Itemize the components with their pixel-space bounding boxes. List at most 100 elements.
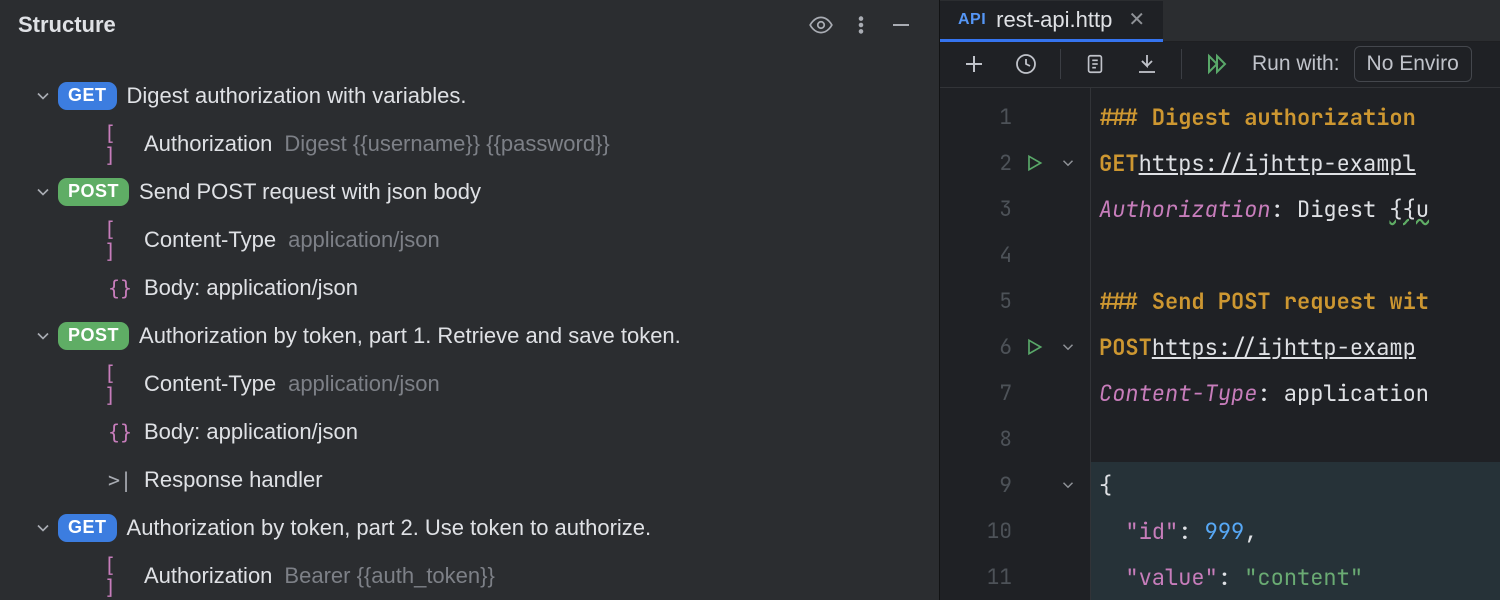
code-line[interactable]: "id": 999, — [1091, 508, 1500, 554]
detail-value: Bearer {{auth_token}} — [284, 564, 494, 588]
environment-select[interactable]: No Enviro — [1354, 46, 1472, 82]
more-icon[interactable] — [841, 5, 881, 45]
import-button[interactable] — [1123, 42, 1171, 86]
request-detail[interactable]: >| Response handler — [0, 456, 939, 504]
tab-rest-api[interactable]: API rest-api.http ✕ — [940, 1, 1163, 42]
code-line[interactable]: ### Digest authorization — [1091, 94, 1500, 140]
http-method-badge: GET — [58, 514, 117, 542]
gutter-line[interactable]: 6 — [940, 324, 1090, 370]
chevron-down-icon[interactable] — [28, 518, 58, 538]
line-number: 7 — [970, 380, 1012, 407]
http-method-badge: POST — [58, 178, 129, 206]
request-label: Authorization by token, part 1. Retrieve… — [139, 324, 681, 348]
request-detail[interactable]: [ ]AuthorizationDigest {{username}} {{pa… — [0, 120, 939, 168]
code-line[interactable]: POST https://ijhttp-examp — [1091, 324, 1500, 370]
run-all-button[interactable] — [1192, 42, 1240, 86]
request-node[interactable]: GET Digest authorization with variables. — [0, 72, 939, 120]
gutter-line[interactable]: 3 — [940, 186, 1090, 232]
gutter-line[interactable]: 1 — [940, 94, 1090, 140]
detail-label: Content-Type — [144, 372, 276, 396]
chevron-down-icon[interactable] — [28, 326, 58, 346]
close-icon[interactable]: ✕ — [1128, 7, 1145, 32]
editor-code[interactable]: ### Digest authorization GET https://ijh… — [1090, 88, 1500, 600]
request-detail[interactable]: [ ] Content-Type application/json — [0, 216, 939, 264]
code-line[interactable]: "value": "content" — [1091, 554, 1500, 600]
braces-icon: {} — [104, 421, 136, 443]
http-method-badge: POST — [58, 322, 129, 350]
request-node[interactable]: GET Authorization by token, part 2. Use t… — [0, 504, 939, 552]
gutter-line[interactable]: 5 — [940, 278, 1090, 324]
http-method-badge: GET — [58, 82, 117, 110]
api-file-icon: API — [958, 11, 986, 29]
editor-gutter[interactable]: 1 2 3 4 5 6 7 8 9 10 11 — [940, 88, 1090, 600]
run-line-icon[interactable] — [1022, 337, 1046, 357]
line-number: 4 — [970, 242, 1012, 269]
line-number: 3 — [970, 196, 1012, 223]
gutter-line[interactable]: 7 — [940, 370, 1090, 416]
gutter-line[interactable]: 11 — [940, 554, 1090, 600]
gutter-line[interactable]: 9 — [940, 462, 1090, 508]
code-line[interactable] — [1091, 232, 1500, 278]
request-label: Digest authorization with variables. — [127, 84, 467, 108]
request-detail[interactable]: {} Body: application/json — [0, 264, 939, 312]
line-number: 9 — [970, 472, 1012, 499]
request-label: Authorization by token, part 2. Use toke… — [127, 516, 652, 540]
gutter-line[interactable]: 4 — [940, 232, 1090, 278]
fold-icon[interactable] — [1056, 476, 1080, 494]
request-node[interactable]: POST Authorization by token, part 1. Retr… — [0, 312, 939, 360]
structure-header: Structure — [0, 0, 939, 50]
code-line[interactable]: ### Send POST request wit — [1091, 278, 1500, 324]
editor-toolbar: Run with: No Enviro — [940, 42, 1500, 88]
request-detail[interactable]: [ ] Authorization Bearer {{auth_token}} — [0, 552, 939, 600]
fold-icon[interactable] — [1056, 154, 1080, 172]
code-line[interactable]: { — [1091, 462, 1500, 508]
editor-tab-bar: API rest-api.http ✕ — [940, 0, 1500, 42]
gutter-line[interactable]: 10 — [940, 508, 1090, 554]
line-number: 11 — [970, 564, 1012, 591]
code-line[interactable]: Authorization: Digest {{u — [1091, 186, 1500, 232]
detail-label: Response handler — [144, 468, 323, 492]
code-line[interactable]: Content-Type: application — [1091, 370, 1500, 416]
detail-label: Content-Type — [144, 228, 276, 252]
line-number: 10 — [970, 518, 1012, 545]
chevron-down-icon[interactable] — [28, 182, 58, 202]
brackets-icon: [ ] — [104, 362, 136, 406]
detail-value: Digest {{username}} {{password}} — [284, 132, 609, 156]
detail-label: Body: application/json — [144, 276, 358, 300]
examples-button[interactable] — [1071, 42, 1119, 86]
request-detail[interactable]: {} Body: application/json — [0, 408, 939, 456]
line-number: 6 — [970, 334, 1012, 361]
gutter-line[interactable]: 8 — [940, 416, 1090, 462]
line-number: 2 — [970, 150, 1012, 177]
brackets-icon: [ ] — [104, 554, 136, 598]
code-editor[interactable]: 1 2 3 4 5 6 7 8 9 10 11 ### Digest authorization G… — [940, 88, 1500, 600]
brackets-icon: [ ] — [104, 218, 136, 262]
code-line[interactable]: GET https://ijhttp-exampl — [1091, 140, 1500, 186]
line-number: 8 — [970, 426, 1012, 453]
response-handler-icon: >| — [104, 469, 136, 491]
visibility-icon[interactable] — [801, 5, 841, 45]
detail-label: Authorization — [144, 132, 272, 156]
detail-label: Authorization — [144, 564, 272, 588]
toolbar-separator — [1060, 49, 1061, 79]
run-with-label: Run with: — [1252, 52, 1340, 76]
minimize-icon[interactable] — [881, 5, 921, 45]
braces-icon: {} — [104, 277, 136, 299]
structure-panel: Structure GET Digest authorization with v… — [0, 0, 940, 600]
structure-tree[interactable]: GET Digest authorization with variables. [… — [0, 50, 939, 600]
editor-panel: API rest-api.http ✕ Run with: No Enviro … — [940, 0, 1500, 600]
add-request-button[interactable] — [950, 42, 998, 86]
chevron-down-icon[interactable] — [28, 86, 58, 106]
request-node[interactable]: POSTSend POST request with json body — [0, 168, 939, 216]
request-detail[interactable]: [ ] Content-Type application/json — [0, 360, 939, 408]
detail-value: application/json — [288, 228, 440, 252]
fold-icon[interactable] — [1056, 338, 1080, 356]
code-line[interactable] — [1091, 416, 1500, 462]
gutter-line[interactable]: 2 — [940, 140, 1090, 186]
detail-value: application/json — [288, 372, 440, 396]
detail-label: Body: application/json — [144, 420, 358, 444]
line-number: 1 — [970, 104, 1012, 131]
history-button[interactable] — [1002, 42, 1050, 86]
run-line-icon[interactable] — [1022, 153, 1046, 173]
tab-label: rest-api.http — [996, 7, 1112, 33]
